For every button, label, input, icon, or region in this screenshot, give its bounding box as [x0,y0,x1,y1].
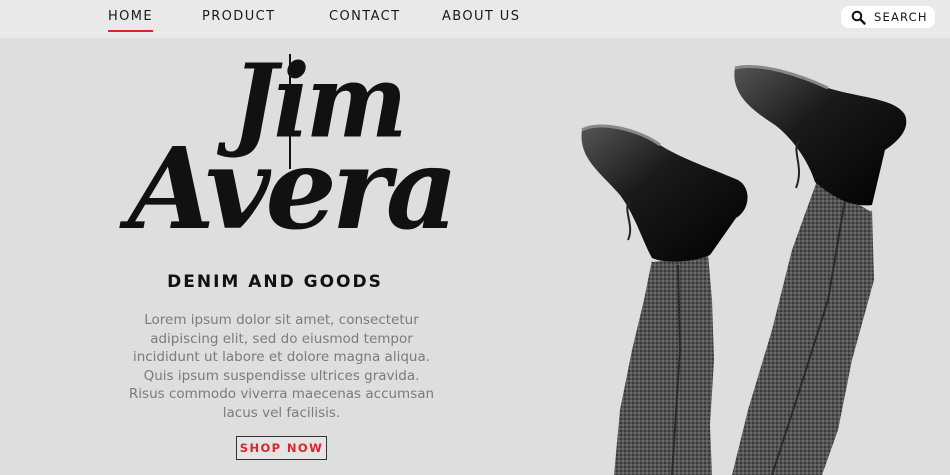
search-button[interactable]: SEARCH [841,6,935,28]
shop-now-button[interactable]: SHOP NOW [236,436,327,460]
search-icon [851,10,866,25]
hero-description: Lorem ipsum dolor sit amet, consectetur … [128,312,435,421]
brand-logo-last-name: Avera [128,124,458,255]
nav-contact[interactable]: CONTACT [329,9,400,29]
nav-home[interactable]: HOME [108,9,154,32]
top-navigation-bar: HOME PRODUCT CONTACT ABOUT US SEARCH [0,0,950,38]
nav-about-us[interactable]: ABOUT US [442,9,520,29]
tagline: DENIM AND GOODS [167,272,383,292]
hero-image-boots-and-jeans [581,65,907,475]
nav-product[interactable]: PRODUCT [202,9,275,29]
search-label: SEARCH [874,10,928,24]
